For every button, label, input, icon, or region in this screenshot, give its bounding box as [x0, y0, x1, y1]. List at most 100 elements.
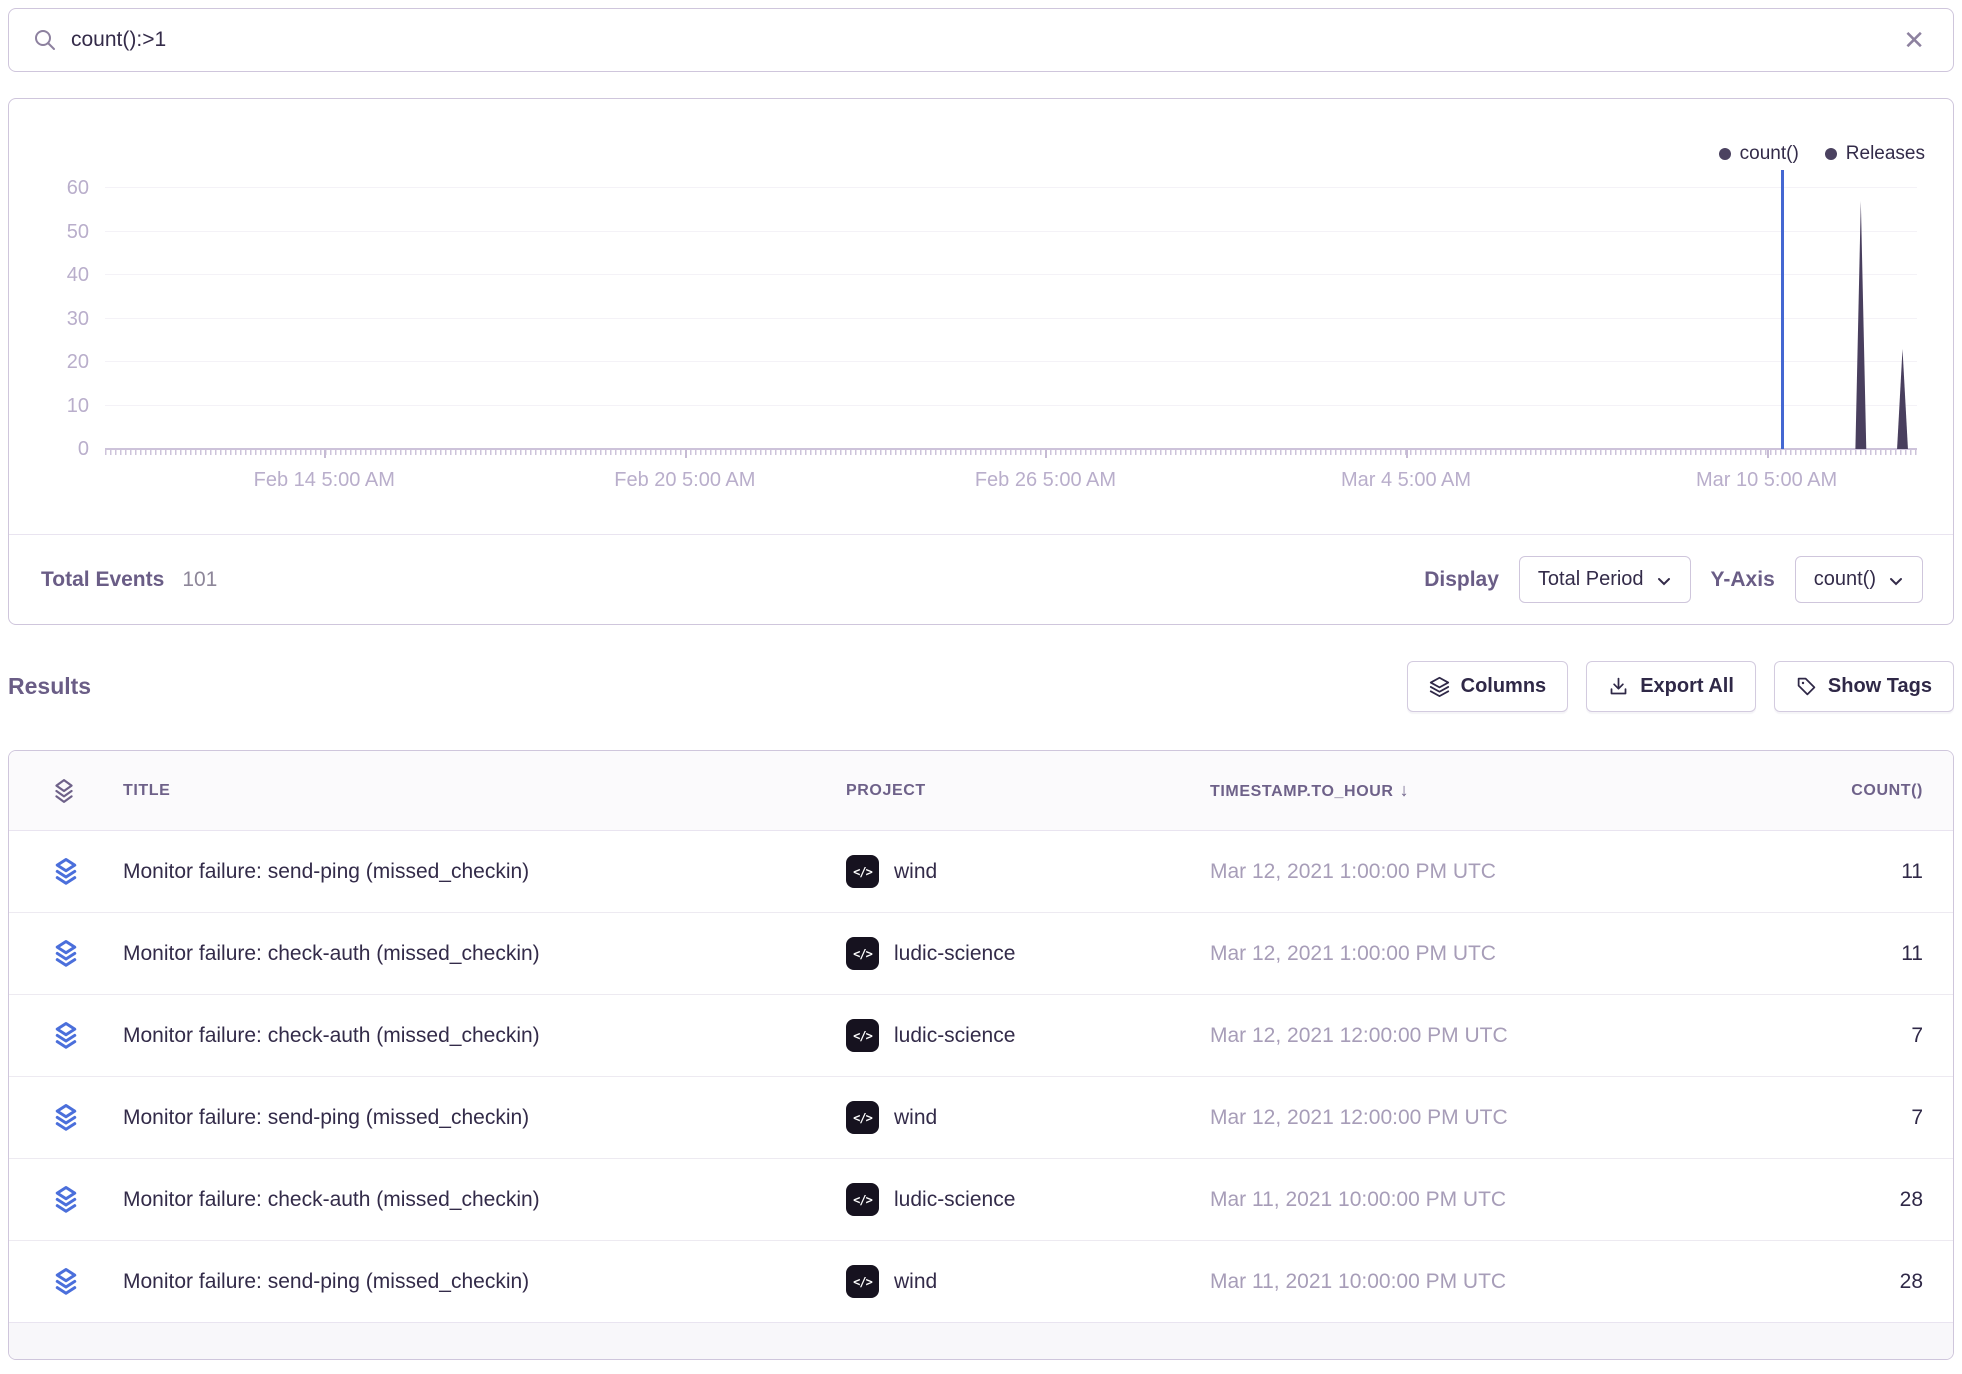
row-stack-cell	[9, 1103, 123, 1133]
row-count: 28	[1650, 1270, 1953, 1294]
results-buttons: Columns Export All Show Tags	[1407, 661, 1954, 712]
row-timestamp: Mar 12, 2021 1:00:00 PM UTC	[1210, 942, 1650, 966]
yaxis-dropdown-value: count()	[1814, 568, 1876, 591]
table-row[interactable]: Monitor failure: check-auth (missed_chec…	[9, 995, 1953, 1077]
header-timestamp[interactable]: TIMESTAMP.TO_HOUR ↓	[1210, 780, 1650, 801]
y-tick-label: 40	[33, 264, 89, 287]
x-axis-tick	[1045, 450, 1047, 458]
table-row[interactable]: Monitor failure: check-auth (missed_chec…	[9, 913, 1953, 995]
project-name: wind	[894, 1270, 937, 1294]
row-title[interactable]: Monitor failure: check-auth (missed_chec…	[123, 1188, 846, 1212]
x-tick-label: Mar 10 5:00 AM	[1696, 469, 1837, 492]
x-axis-minor-ticks	[105, 450, 1917, 455]
row-timestamp: Mar 12, 2021 12:00:00 PM UTC	[1210, 1106, 1650, 1130]
stack-icon	[51, 1103, 81, 1133]
y-tick-label: 0	[33, 438, 89, 461]
layers-icon	[1429, 676, 1450, 697]
row-project: </> ludic-science	[846, 937, 1210, 970]
columns-button-label: Columns	[1461, 675, 1547, 698]
show-tags-button[interactable]: Show Tags	[1774, 661, 1954, 712]
platform-code-icon: </>	[846, 855, 879, 888]
count-spike	[1855, 201, 1866, 449]
row-stack-cell	[9, 939, 123, 969]
x-axis-tick	[1406, 450, 1408, 458]
row-stack-cell	[9, 1267, 123, 1297]
row-title[interactable]: Monitor failure: check-auth (missed_chec…	[123, 1024, 846, 1048]
total-events-value: 101	[182, 568, 217, 592]
row-title[interactable]: Monitor failure: send-ping (missed_check…	[123, 1106, 846, 1130]
display-label: Display	[1424, 568, 1499, 592]
row-title[interactable]: Monitor failure: check-auth (missed_chec…	[123, 942, 846, 966]
header-project[interactable]: PROJECT	[846, 782, 1210, 800]
count-series-dot-icon	[1719, 148, 1731, 160]
search-icon	[33, 28, 57, 52]
row-count: 7	[1650, 1024, 1953, 1048]
chevron-down-icon	[1888, 573, 1904, 589]
legend-item-count[interactable]: count()	[1719, 143, 1799, 165]
x-tick-label: Mar 4 5:00 AM	[1341, 469, 1471, 492]
search-input[interactable]	[71, 28, 1899, 52]
table-row[interactable]: Monitor failure: send-ping (missed_check…	[9, 1241, 1953, 1323]
header-count[interactable]: COUNT()	[1650, 782, 1953, 800]
x-tick-label: Feb 14 5:00 AM	[254, 469, 395, 492]
stack-icon	[51, 1021, 81, 1051]
x-axis-tick	[1767, 450, 1769, 458]
x-tick-label: Feb 20 5:00 AM	[614, 469, 755, 492]
row-project: </>ludic-science	[846, 1183, 1210, 1216]
row-count: 11	[1650, 942, 1953, 966]
row-stack-cell	[9, 1185, 123, 1215]
download-icon	[1608, 676, 1629, 697]
tag-icon	[1796, 676, 1817, 697]
header-timestamp-label: TIMESTAMP.TO_HOUR	[1210, 783, 1394, 800]
legend-item-releases[interactable]: Releases	[1825, 143, 1925, 165]
export-all-button-label: Export All	[1640, 675, 1734, 698]
platform-code-icon: </>	[846, 1183, 879, 1216]
row-stack-cell	[9, 857, 123, 887]
row-project: </>ludic-science	[846, 1019, 1210, 1052]
row-timestamp: Mar 12, 2021 1:00:00 PM UTC	[1210, 860, 1650, 884]
platform-code-icon: </>	[846, 937, 879, 970]
table-row[interactable]: Monitor failure: send-ping (missed_check…	[9, 831, 1953, 913]
x-tick-label: Feb 26 5:00 AM	[975, 469, 1116, 492]
row-title[interactable]: Monitor failure: send-ping (missed_check…	[123, 1270, 846, 1294]
chart-controls: Display Total Period Y-Axis count()	[1424, 556, 1923, 603]
releases-series-dot-icon	[1825, 148, 1837, 160]
yaxis-dropdown[interactable]: count()	[1795, 556, 1923, 603]
clear-search-icon[interactable]: ✕	[1899, 25, 1929, 55]
project-name: ludic-science	[894, 1024, 1015, 1048]
header-stack-column[interactable]	[9, 778, 123, 804]
sort-desc-icon: ↓	[1400, 780, 1410, 800]
header-title[interactable]: TITLE	[123, 782, 846, 800]
chart-plot: 0102030405060Feb 14 5:00 AMFeb 20 5:00 A…	[105, 188, 1917, 449]
release-marker-line	[1781, 170, 1784, 449]
results-header-row: Results Columns Export All	[8, 661, 1954, 712]
row-project: </> wind	[846, 855, 1210, 888]
row-title[interactable]: Monitor failure: send-ping (missed_check…	[123, 860, 846, 884]
project-name: ludic-science	[894, 942, 1015, 966]
row-timestamp: Mar 12, 2021 12:00:00 PM UTC	[1210, 1024, 1650, 1048]
stack-icon	[51, 857, 81, 887]
export-all-button[interactable]: Export All	[1586, 661, 1756, 712]
table-row[interactable]: Monitor failure: send-ping (missed_check…	[9, 1077, 1953, 1159]
stack-icon	[51, 939, 81, 969]
chart-legend: count() Releases	[1719, 143, 1925, 165]
project-name: wind	[894, 860, 937, 884]
table-row[interactable]: Monitor failure: check-auth (missed_chec…	[9, 1159, 1953, 1241]
x-axis-tick	[324, 450, 326, 458]
table-footer	[9, 1323, 1953, 1359]
x-axis-tick	[685, 450, 687, 458]
columns-button[interactable]: Columns	[1407, 661, 1569, 712]
y-tick-label: 60	[33, 177, 89, 200]
project-name: wind	[894, 1106, 937, 1130]
y-tick-label: 20	[33, 351, 89, 374]
search-bar: ✕	[8, 8, 1954, 72]
row-timestamp: Mar 11, 2021 10:00:00 PM UTC	[1210, 1188, 1650, 1212]
results-table: TITLE PROJECT TIMESTAMP.TO_HOUR ↓ COUNT()…	[8, 750, 1954, 1360]
row-count: 11	[1650, 860, 1953, 884]
stack-icon	[51, 1267, 81, 1297]
count-spike	[1897, 349, 1908, 449]
display-dropdown[interactable]: Total Period	[1519, 556, 1691, 603]
row-project: </>wind	[846, 1101, 1210, 1134]
discover-page: ✕ count() Releases 0102030405060Feb 14 5…	[0, 0, 1962, 1360]
row-stack-cell	[9, 1021, 123, 1051]
